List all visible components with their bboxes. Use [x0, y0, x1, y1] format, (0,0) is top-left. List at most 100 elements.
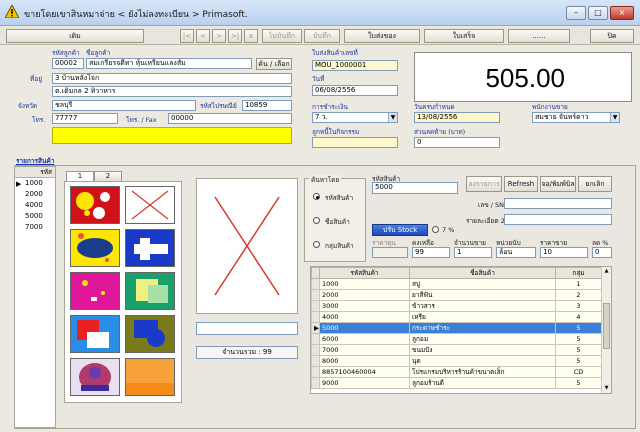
doc-number-field[interactable]: MOU_1000001: [312, 60, 398, 71]
product-tile[interactable]: [70, 229, 120, 267]
serial-field[interactable]: [504, 198, 612, 209]
grid-scrollbar[interactable]: ▲ ▼: [601, 267, 611, 393]
search-by-group-radio[interactable]: [313, 241, 320, 248]
cost-field[interactable]: [372, 247, 408, 258]
customer-code-label: รหัสลูกค้า: [52, 49, 80, 57]
cell-name: โปรแกรมบริหารร้านค้าขนาดเล็ก: [409, 366, 556, 378]
price-field[interactable]: 10: [540, 247, 588, 258]
seller-label: พนักงานขาย: [532, 103, 568, 111]
adjust-stock-button[interactable]: ปรับ Stock: [372, 224, 428, 236]
product-tile[interactable]: [125, 358, 175, 396]
seller-value: สมชาย จันทร์ดาว: [535, 113, 589, 121]
save-button[interactable]: บันทึก: [304, 29, 340, 43]
nav-prev-button[interactable]: <: [196, 29, 210, 43]
print-bill-button[interactable]: จอ/พิมพ์บิล: [540, 176, 576, 192]
phone-field[interactable]: 77777: [52, 113, 118, 124]
new-button[interactable]: เดิม: [6, 29, 144, 43]
seller-select[interactable]: สมชาย จันทร์ดาว ▼: [532, 112, 620, 123]
zip-label: รหัสไปรษณีย์: [200, 102, 237, 110]
minimize-button[interactable]: –: [566, 6, 586, 20]
no-save-button[interactable]: ไม่บันทึก: [262, 29, 302, 43]
chevron-down-icon[interactable]: ▼: [388, 113, 397, 122]
code-list-item[interactable]: 4000: [25, 201, 43, 209]
address-line2-field[interactable]: ต.เติมกล 2 ทิวาหาร: [52, 86, 292, 97]
scroll-thumb[interactable]: [603, 303, 610, 349]
customer-search-button[interactable]: ค้น / เลือก: [256, 58, 292, 70]
close-button[interactable]: ×: [610, 6, 634, 20]
credit-label: ลูกหนี้ในกิจกรรม: [312, 128, 360, 136]
maximize-button[interactable]: □: [588, 6, 608, 20]
grid-header-group[interactable]: กลุ่ม: [555, 267, 602, 279]
cell-code: 9000: [319, 377, 410, 389]
product-tile[interactable]: [125, 272, 175, 310]
cell-group: 5: [555, 355, 602, 367]
row-pointer-cell: ▶: [311, 322, 320, 334]
table-row[interactable]: 1000 สบู่ 1: [311, 278, 602, 290]
discount-label: ส่วนลดท้าย (บาท): [414, 128, 466, 136]
payment-select[interactable]: 7 ว. ▼: [312, 112, 398, 123]
code-list-item[interactable]: 5000: [25, 212, 43, 220]
code-list[interactable]: รหัส ▶ 1000 2000 4000 5000 7000: [14, 166, 56, 428]
disc-field[interactable]: 0: [592, 247, 612, 258]
code-list-item[interactable]: 7000: [25, 223, 43, 231]
receipt-button[interactable]: ใบเสร็จ: [424, 29, 504, 43]
exit-button[interactable]: ปิด: [590, 29, 634, 43]
search-by-name-radio[interactable]: [313, 217, 320, 224]
product-tile[interactable]: [70, 358, 120, 396]
scroll-down-icon[interactable]: ▼: [602, 384, 611, 393]
cell-code: 1000: [319, 278, 410, 290]
qty-field[interactable]: 99: [412, 247, 450, 258]
add-item-button[interactable]: ลงรายการ: [466, 176, 502, 192]
cancel-button[interactable]: ยกเลิก: [578, 176, 612, 192]
discount-field[interactable]: 0: [414, 137, 500, 148]
scroll-up-icon[interactable]: ▲: [602, 267, 611, 276]
grid-header-code[interactable]: รหัสสินค้า: [319, 267, 410, 279]
table-row[interactable]: 9000 ลูกอมร้านดี 5: [311, 377, 602, 389]
product-code-input[interactable]: 5000: [372, 182, 458, 194]
customer-name-field[interactable]: สมเกรียรจดีทา หุ้นเหรียนแลงสัม: [86, 58, 252, 69]
refresh-button[interactable]: Refresh: [504, 176, 538, 192]
nav-last-button[interactable]: >|: [228, 29, 242, 43]
delivery-note-button[interactable]: ใบส่งของ: [344, 29, 420, 43]
stock-button-label: ปรับ Stock: [382, 226, 418, 234]
table-row[interactable]: 8000 นุด 5: [311, 355, 602, 367]
detail-field[interactable]: [504, 214, 612, 225]
cell-code: 6000: [319, 333, 410, 345]
nav-next-button[interactable]: >: [212, 29, 226, 43]
grid-header-name[interactable]: ชื่อสินค้า: [409, 267, 556, 279]
search-by-code-radio[interactable]: [313, 193, 320, 200]
table-row[interactable]: 8857100460004 โปรแกรมบริหารร้านค้าขนาดเล็…: [311, 366, 602, 378]
fax-field[interactable]: 00000: [168, 113, 292, 124]
product-tile[interactable]: [125, 229, 175, 267]
code-list-item[interactable]: 2000: [25, 190, 43, 198]
zip-field[interactable]: 10859: [242, 100, 292, 111]
product-tile[interactable]: [125, 315, 175, 353]
due-date-field[interactable]: 13/08/2556: [414, 112, 500, 123]
amount-field[interactable]: 1: [454, 247, 492, 258]
table-row[interactable]: 6000 ลูกอม 5: [311, 333, 602, 345]
nav-first-button[interactable]: |<: [180, 29, 194, 43]
doc-date-label: วันที่: [312, 75, 325, 83]
product-tile[interactable]: [70, 186, 120, 224]
table-row[interactable]: ▶ 5000 กระดาษชำระ 5: [311, 322, 602, 334]
cell-code: 2000: [319, 289, 410, 301]
doc-date-field[interactable]: 06/08/2556: [312, 85, 398, 96]
vat-radio[interactable]: [432, 226, 439, 233]
delete-record-button[interactable]: x: [244, 29, 258, 43]
product-tile[interactable]: [70, 315, 120, 353]
code-list-item[interactable]: 1000: [25, 179, 43, 187]
customer-code-field[interactable]: 00002: [52, 58, 84, 69]
address-line1-field[interactable]: 3 บ้านหลังโจก: [52, 73, 292, 84]
credit-field[interactable]: [312, 137, 398, 148]
product-tile[interactable]: [125, 186, 175, 224]
province-field[interactable]: ชลบุรี: [52, 100, 196, 111]
unit-field[interactable]: ล้อน: [496, 247, 536, 258]
table-row[interactable]: 4000 เหรีย 4: [311, 311, 602, 323]
table-row[interactable]: 2000 ยาสีฟัน 2: [311, 289, 602, 301]
table-row[interactable]: 3000 ข้าวสาร 3: [311, 300, 602, 312]
chevron-down-icon[interactable]: ▼: [610, 113, 619, 122]
table-row[interactable]: 7000 ขนมปัง 5: [311, 344, 602, 356]
items-grid[interactable]: รหัสสินค้า ชื่อสินค้า กลุ่ม 1000 สบู่ 1 200…: [310, 266, 612, 394]
more-button[interactable]: ......: [508, 29, 570, 43]
product-tile[interactable]: [70, 272, 120, 310]
